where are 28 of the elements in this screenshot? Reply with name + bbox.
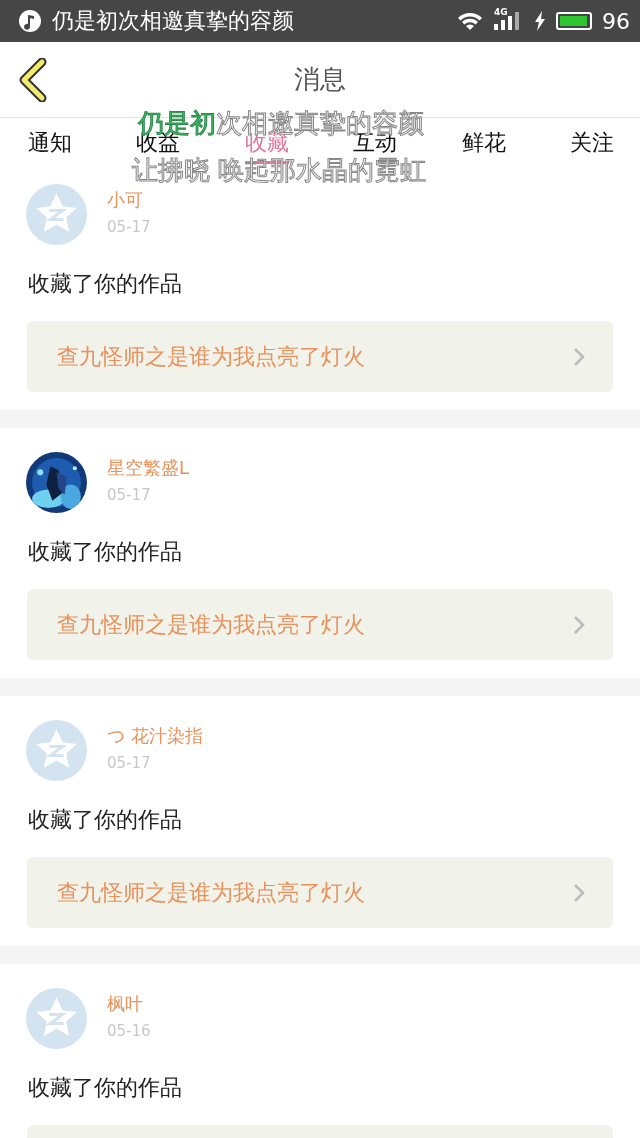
- chevron-icon: [573, 614, 585, 635]
- tab[interactable]: 鲜花: [461, 128, 506, 164]
- music-note-icon: [18, 9, 42, 33]
- back-icon[interactable]: [18, 58, 48, 102]
- battery-percent: 96: [602, 8, 630, 34]
- battery-icon: [556, 12, 592, 30]
- work-link[interactable]: 查九怪师之是谁为我点亮了灯火: [27, 589, 613, 660]
- message-text: 收藏了你的作品: [27, 806, 183, 834]
- user-name[interactable]: 星空繁盛L: [107, 456, 190, 480]
- avatar-icon[interactable]: [26, 988, 87, 1049]
- page-title: 消息: [294, 63, 346, 96]
- tab[interactable]: 通知: [28, 128, 72, 164]
- work-link[interactable]: 查九怪师之是谁为我点亮了灯火: [27, 321, 613, 392]
- message-text: 收藏了你的作品: [27, 1074, 183, 1102]
- user-name[interactable]: 小可: [107, 188, 151, 212]
- tab[interactable]: 关注: [569, 128, 614, 164]
- user-name[interactable]: 枫叶: [107, 992, 151, 1016]
- avatar-icon[interactable]: [26, 184, 87, 245]
- charging-icon: [534, 11, 546, 31]
- chevron-icon: [573, 882, 585, 903]
- wifi-icon: [456, 10, 484, 32]
- user-name[interactable]: つ 花汁染指: [107, 724, 203, 748]
- chevron-icon: [573, 346, 585, 367]
- notification-text: 仍是初次相邀真挚的容颜: [52, 7, 294, 35]
- message-text: 收藏了你的作品: [27, 538, 183, 566]
- work-link[interactable]: 查九怪师之是谁为我点亮了灯火: [27, 857, 613, 928]
- message-text: 收藏了你的作品: [27, 270, 183, 298]
- avatar-icon[interactable]: [26, 720, 87, 781]
